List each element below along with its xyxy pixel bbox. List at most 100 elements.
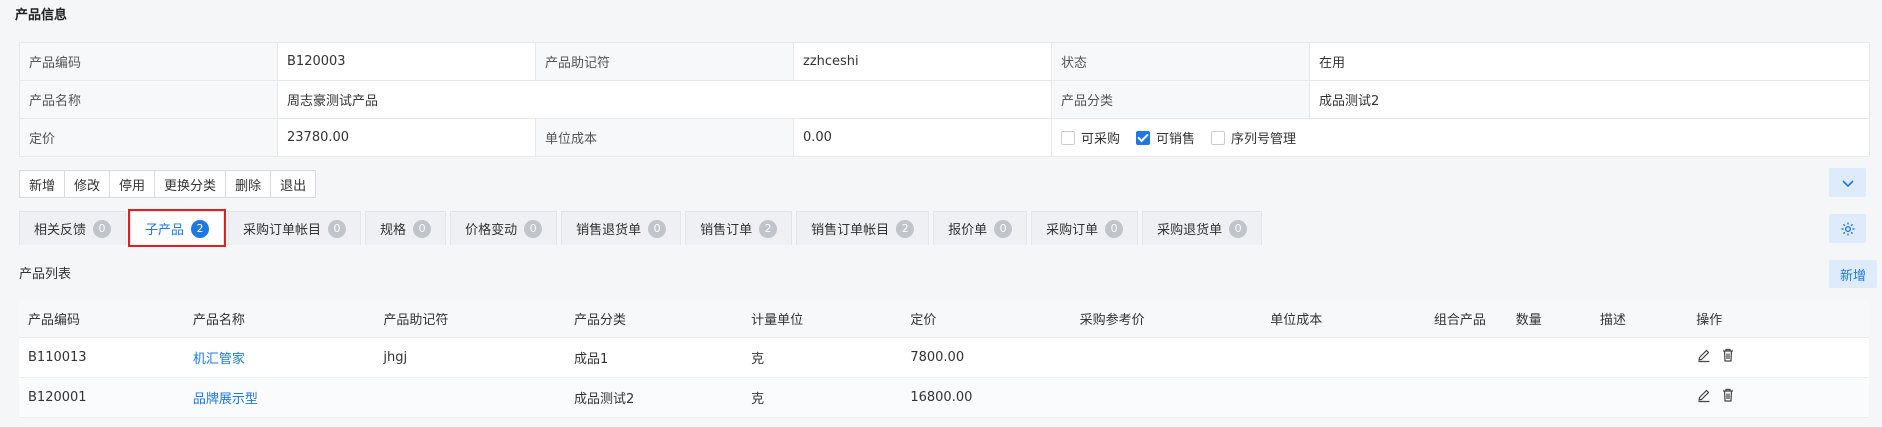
- tab-label: 价格变动: [465, 223, 518, 238]
- column-header: 产品编码: [19, 301, 184, 338]
- settings-button[interactable]: [1829, 214, 1866, 243]
- tab-label: 采购订单: [1046, 223, 1099, 238]
- tab-count-badge: 2: [759, 219, 778, 238]
- trash-icon: [1723, 348, 1734, 362]
- checkbox-unchecked-icon: [1211, 130, 1226, 145]
- column-header: 数量: [1506, 301, 1591, 338]
- column-header: 产品名称: [183, 301, 375, 338]
- table-cell: [1261, 337, 1425, 378]
- product-list-title: 产品列表: [19, 267, 72, 282]
- tab-count-badge: 0: [648, 219, 667, 238]
- column-header: 组合产品: [1424, 301, 1507, 338]
- tab-1[interactable]: 子产品 2: [128, 209, 227, 247]
- table-cell: [1590, 337, 1688, 378]
- product-list-table: 产品编码 产品名称 产品助记符 产品分类 计量单位 定价 采购参考价 单位成本 组合产品 数量 描述…: [19, 301, 1869, 418]
- row-actions: [1687, 337, 1869, 378]
- tab-count-badge: 0: [524, 219, 543, 238]
- tab-label: 相关反馈: [34, 223, 87, 238]
- tab-6[interactable]: 销售订单 2: [685, 211, 793, 245]
- tab-count-badge: 0: [328, 219, 347, 238]
- product-info-grid: 产品编码 B120003 产品助记符 zzhceshi 状态 在用 产品名称 周…: [19, 42, 1870, 157]
- info-value-code: B120003: [277, 42, 536, 81]
- checkbox-checked-icon: [1136, 130, 1151, 145]
- table-cell: 成品测试2: [565, 377, 743, 418]
- column-header: 产品助记符: [374, 301, 565, 338]
- delete-row-button[interactable]: [1720, 347, 1736, 367]
- column-header: 定价: [901, 301, 1071, 338]
- table-cell: [1070, 337, 1262, 378]
- delete-button[interactable]: 删除: [226, 171, 272, 197]
- table-cell: B110013: [19, 337, 184, 378]
- table-cell: B120001: [19, 377, 184, 418]
- tab-3[interactable]: 规格 0: [365, 211, 447, 245]
- edit-row-button[interactable]: [1696, 347, 1712, 367]
- info-label: 产品名称: [19, 80, 278, 119]
- table-cell: 7800.00: [901, 337, 1071, 378]
- tab-count-badge: 2: [191, 219, 210, 238]
- exit-button[interactable]: 退出: [271, 171, 316, 197]
- table-row: B120001 品牌展示型 成品测试2 克 16800.00: [19, 377, 1869, 418]
- info-value-mnemonic: zzhceshi: [793, 42, 1052, 81]
- info-value-status: 在用: [1309, 42, 1870, 81]
- tab-label: 销售订单帐目: [811, 223, 890, 238]
- tab-2[interactable]: 采购订单帐目 0: [228, 211, 362, 245]
- info-label: 单位成本: [535, 118, 794, 157]
- table-cell: [1590, 377, 1688, 418]
- column-header: 描述: [1590, 301, 1688, 338]
- tab-8[interactable]: 报价单 0: [933, 211, 1028, 245]
- info-label: 产品助记符: [535, 42, 794, 81]
- checkbox-serial-management[interactable]: 序列号管理: [1211, 128, 1296, 147]
- action-toolbar: 新增 修改 停用 更换分类 删除 退出: [19, 170, 317, 198]
- pencil-icon: [1698, 389, 1710, 403]
- column-header: 操作: [1687, 301, 1869, 338]
- table-cell: [374, 377, 565, 418]
- tab-10[interactable]: 采购退货单 0: [1142, 211, 1263, 245]
- tab-label: 销售退货单: [576, 223, 642, 238]
- edit-row-button[interactable]: [1696, 387, 1712, 407]
- tab-9[interactable]: 采购订单 0: [1031, 211, 1139, 245]
- tab-count-badge: 0: [413, 219, 432, 238]
- related-tabs: 相关反馈 0 子产品 2 采购订单帐目 0 规格 0 价格变动 0 销售退货单 0 销售订单 2 销售订单帐…: [19, 209, 1266, 247]
- tab-4[interactable]: 价格变动 0: [450, 211, 558, 245]
- table-cell: 克: [742, 377, 902, 418]
- table-cell: [1261, 377, 1425, 418]
- tab-label: 销售订单: [700, 223, 753, 238]
- tab-count-badge: 0: [1105, 219, 1124, 238]
- tab-label: 采购订单帐目: [243, 223, 322, 238]
- column-header: 产品分类: [565, 301, 743, 338]
- tab-count-badge: 0: [994, 219, 1013, 238]
- delete-row-button[interactable]: [1720, 387, 1736, 407]
- tab-5[interactable]: 销售退货单 0: [561, 211, 682, 245]
- edit-button[interactable]: 修改: [65, 171, 111, 197]
- tab-0[interactable]: 相关反馈 0: [19, 211, 127, 245]
- table-cell: 16800.00: [901, 377, 1071, 418]
- info-value-category: 成品测试2: [1309, 80, 1870, 119]
- column-header: 计量单位: [742, 301, 902, 338]
- product-name-link[interactable]: 品牌展示型: [193, 392, 258, 407]
- tab-label: 规格: [380, 223, 407, 238]
- info-label: 产品分类: [1051, 80, 1310, 119]
- tab-7[interactable]: 销售订单帐目 2: [796, 211, 930, 245]
- info-label: 定价: [19, 118, 278, 157]
- table-cell: 克: [742, 337, 902, 378]
- info-value-price: 23780.00: [277, 118, 536, 157]
- info-label: 产品编码: [19, 42, 278, 81]
- tab-label: 子产品: [145, 223, 185, 238]
- table-cell: 成品1: [565, 337, 743, 378]
- change-category-button[interactable]: 更换分类: [155, 171, 227, 197]
- info-flags: 可采购 可销售 序列号管理: [1051, 118, 1870, 157]
- table-cell: [1424, 337, 1507, 378]
- info-label: 状态: [1051, 42, 1310, 81]
- tab-count-badge: 0: [93, 219, 112, 238]
- table-cell: 品牌展示型: [183, 377, 375, 418]
- table-cell: [1070, 377, 1262, 418]
- disable-button[interactable]: 停用: [110, 171, 156, 197]
- checkbox-sellable[interactable]: 可销售: [1136, 128, 1195, 147]
- checkbox-purchasable[interactable]: 可采购: [1061, 128, 1120, 147]
- product-name-link[interactable]: 机汇管家: [193, 352, 245, 367]
- add-button[interactable]: 新增: [20, 171, 66, 197]
- add-product-button[interactable]: 新增: [1829, 260, 1877, 288]
- expand-button[interactable]: [1829, 168, 1866, 197]
- table-cell: [1506, 337, 1591, 378]
- table-cell: [1506, 377, 1591, 418]
